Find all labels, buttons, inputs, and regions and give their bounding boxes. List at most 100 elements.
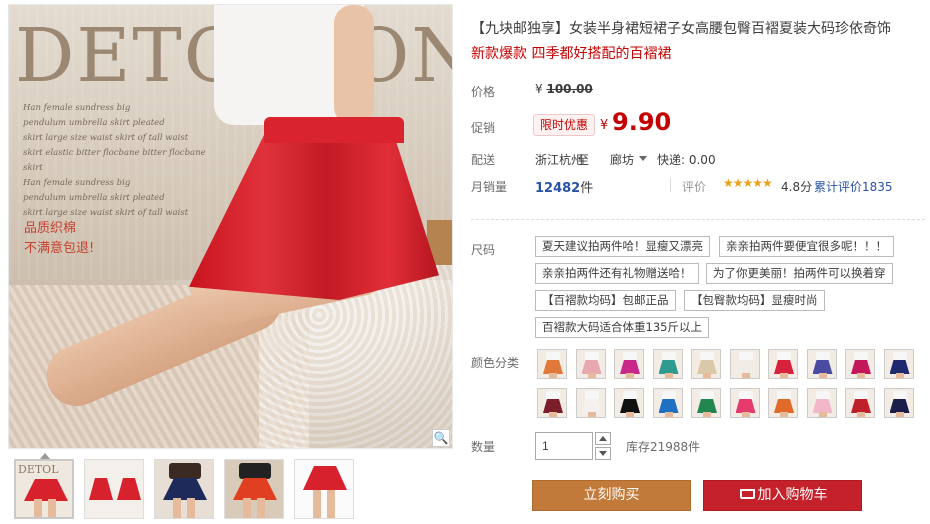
swatch-skirt (658, 360, 679, 374)
currency-symbol: ¥ (535, 82, 543, 96)
color-swatch[interactable] (883, 349, 914, 379)
size-option[interactable]: 为了你更美丽！拍两件可以换着穿 (706, 263, 893, 284)
color-swatch[interactable] (575, 388, 606, 418)
zoom-magnifier-icon[interactable]: 🔍 (432, 429, 450, 447)
section-divider (471, 219, 925, 220)
thumbnail-3[interactable] (154, 459, 214, 519)
thumbnail-leg (173, 498, 181, 518)
total-reviews-link[interactable]: 累计评价1835 (814, 178, 893, 195)
thumbnail-top (169, 463, 201, 479)
swatch-leg (703, 412, 711, 417)
swatch-top (700, 391, 714, 400)
color-swatch[interactable] (614, 349, 644, 379)
swatch-top (892, 352, 907, 361)
size-option[interactable]: 亲亲拍两件还有礼物赠送哈！ (535, 263, 699, 284)
destination-city-select[interactable]: 廊坊 (610, 151, 634, 168)
monthly-sales: 12482件 (535, 177, 593, 196)
swatch-top (584, 391, 599, 400)
image-promo-refund: 不满意包退! (24, 241, 95, 256)
shipping-label: 配送 (471, 153, 496, 167)
swatch-leg (587, 373, 596, 378)
swatch-top (738, 391, 753, 400)
product-subtitle: 新款爆款 四季都好搭配的百褶裙 (471, 46, 672, 62)
swatch-top (623, 391, 637, 400)
swatch-skirt (735, 399, 756, 413)
color-swatch[interactable] (729, 349, 760, 379)
size-option[interactable]: 百褶款大码适合体重135斤以上 (535, 317, 709, 338)
chevron-up-icon (599, 436, 607, 441)
swatch-top (892, 391, 907, 400)
swatch-leg (780, 412, 788, 417)
swatch-leg (818, 412, 827, 417)
color-swatch[interactable] (652, 349, 683, 379)
thumbnail-strip: DETOL (14, 459, 454, 519)
thumbnail-5[interactable] (294, 459, 354, 519)
quantity-input[interactable] (535, 432, 593, 460)
image-promo-quality: 品质织棉 (24, 221, 77, 236)
color-swatch[interactable] (652, 388, 683, 418)
sales-count: 12482 (535, 181, 581, 196)
swatch-leg (857, 373, 865, 378)
currency-symbol: ¥ (600, 118, 609, 133)
swatch-top (700, 352, 714, 361)
buy-now-button[interactable]: 立刻购买 (532, 480, 691, 511)
main-product-image[interactable]: DETOLLON Han female sundress big pendulu… (8, 4, 453, 449)
product-title: 【九块邮独享】女装半身裙短裙子女高腰包臀百褶夏装大码珍依奇饰 (471, 21, 891, 37)
swatch-top (661, 352, 676, 361)
color-swatch[interactable] (691, 349, 721, 379)
add-to-cart-button[interactable]: 加入购物车 (703, 480, 862, 511)
swatch-top (777, 391, 791, 400)
color-swatch[interactable] (537, 349, 567, 379)
swatch-leg (549, 412, 557, 417)
color-swatch[interactable] (614, 388, 644, 418)
swatch-leg (741, 373, 750, 378)
thumbnail-2[interactable] (84, 459, 144, 519)
swatch-leg (664, 412, 673, 417)
ship-to-word: 至 (577, 153, 590, 167)
script-line: skirt elastic bitter flocbane bitter flo… (23, 148, 206, 173)
ship-from-location: 浙江杭州 (535, 153, 584, 167)
monthly-sales-label: 月销量 (471, 180, 508, 194)
size-option[interactable]: 【百褶款均码】包邮正品 (535, 290, 676, 311)
color-swatch[interactable] (806, 349, 837, 379)
sales-unit: 件 (580, 181, 594, 196)
size-option[interactable]: 亲亲拍两件要便宜很多呢！！！ (719, 236, 894, 257)
swatch-leg (895, 373, 904, 378)
thumbnail-leg (243, 498, 251, 518)
swatch-leg (780, 373, 788, 378)
thumbnail-leg (327, 490, 335, 518)
price-label: 价格 (471, 85, 496, 99)
thumbnail-4[interactable] (224, 459, 284, 519)
script-line: skirt large size waist skirt of tall wai… (23, 133, 189, 143)
thumbnail-leg (34, 499, 42, 517)
color-swatch[interactable] (691, 388, 721, 418)
swatch-top (854, 352, 868, 361)
color-swatch[interactable] (845, 349, 875, 379)
swatch-skirt (697, 360, 717, 374)
color-swatch[interactable] (575, 349, 606, 379)
size-option[interactable]: 【包臀款均码】显瘦时尚 (684, 290, 825, 311)
swatch-skirt (851, 360, 871, 374)
script-line: pendulum umbrella skirt pleated (23, 118, 165, 128)
swatch-top (546, 352, 560, 361)
thumbnail-1[interactable]: DETOL (14, 459, 74, 519)
quantity-decrease-button[interactable] (595, 447, 611, 460)
swatch-leg (626, 373, 634, 378)
color-swatch[interactable] (883, 388, 914, 418)
size-option[interactable]: 夏天建议拍两件哈！显瘦又漂亮 (535, 236, 710, 257)
color-swatch[interactable] (537, 388, 567, 418)
color-swatch[interactable] (729, 388, 760, 418)
thumbnail-leg (48, 499, 56, 517)
swatch-skirt (735, 360, 756, 374)
chevron-down-icon[interactable] (639, 156, 647, 161)
color-swatch[interactable] (806, 388, 837, 418)
swatch-skirt (620, 360, 640, 374)
quantity-increase-button[interactable] (595, 432, 611, 445)
swatch-leg (587, 412, 596, 417)
swatch-skirt (774, 360, 794, 374)
color-swatch[interactable] (768, 349, 798, 379)
quantity-label: 数量 (471, 440, 496, 454)
color-swatch[interactable] (845, 388, 875, 418)
thumbnail-watermark: DETOL (18, 463, 59, 476)
color-swatch[interactable] (768, 388, 798, 418)
